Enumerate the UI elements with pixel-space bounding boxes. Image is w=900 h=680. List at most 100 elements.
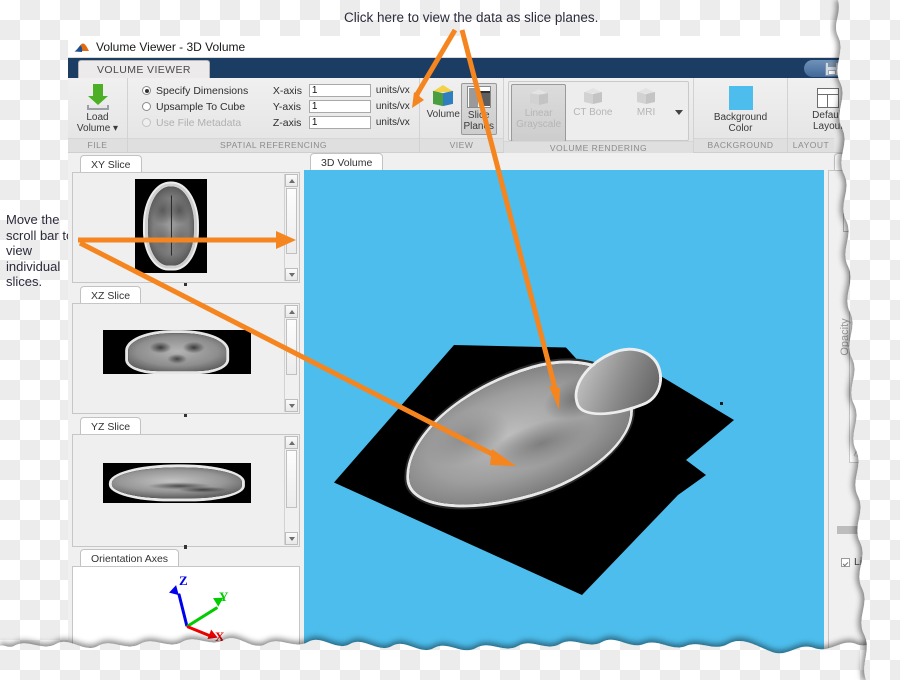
preset-ct-bone-label: CT Bone <box>573 107 613 118</box>
ribbon-group-volume-rendering: Linear Grayscale CT Bone MRI VOLUME REND… <box>504 78 694 155</box>
panel-rendering: Renderi Volum Opacity Lig <box>828 153 868 654</box>
scroll-down-arrow-icon[interactable] <box>285 532 298 545</box>
volume-viewer-window: Volume Viewer - 3D Volume VOLUME VIEWER … <box>68 36 868 654</box>
coronal-brain-mri <box>128 333 226 371</box>
load-volume-button[interactable]: Load Volume ▾ <box>74 82 121 134</box>
preset-linear-grayscale-label-line1: Linear <box>524 108 553 119</box>
volume-rendering-more-button[interactable] <box>673 109 686 115</box>
load-volume-label-line2: Volume ▾ <box>76 123 119 134</box>
grey-cube-icon <box>582 88 603 104</box>
radio-upsample-to-cube[interactable]: Upsample To Cube <box>142 99 273 114</box>
load-volume-dropdown-caret[interactable]: ▾ <box>113 123 118 134</box>
chevron-down-icon <box>675 109 684 115</box>
xy-slice-scrollbar[interactable] <box>284 174 298 281</box>
view-resize-dot[interactable] <box>720 402 723 405</box>
radio-icon-use-file-metadata <box>142 118 151 127</box>
axis-label-z: Z <box>179 572 188 588</box>
grid-layout-icon <box>817 88 839 108</box>
preset-linear-grayscale[interactable]: Linear Grayscale <box>511 84 567 142</box>
panel-body-yz-slice <box>72 434 300 547</box>
opacity-slider[interactable] <box>837 526 868 534</box>
panel-resize-handle[interactable] <box>184 545 187 548</box>
annotation-top-text: Click here to view the data as slice pla… <box>344 10 599 25</box>
background-color-button[interactable]: Background Color <box>704 84 778 134</box>
radio-label-specify-dimensions: Specify Dimensions <box>156 84 249 97</box>
rendering-style-dropdown[interactable]: Volum <box>843 213 868 232</box>
y-axis-unit: units/vx <box>375 101 410 112</box>
tab-volume-viewer[interactable]: VOLUME VIEWER <box>78 60 210 79</box>
axis-line-z <box>177 592 189 627</box>
y-axis-input[interactable]: 1 <box>308 100 371 113</box>
axis-label-y: Y <box>219 588 229 604</box>
scroll-up-arrow-icon[interactable] <box>285 174 298 187</box>
panel-yz-slice: YZ Slice <box>72 417 300 550</box>
radio-specify-dimensions[interactable]: Specify Dimensions <box>142 83 273 98</box>
preset-mri[interactable]: MRI <box>619 84 672 140</box>
background-color-swatch <box>728 86 753 110</box>
volume-view-label: Volume <box>426 109 460 120</box>
ribbon-tabstrip: VOLUME VIEWER <box>68 58 868 79</box>
panel-3d-volume: 3D Volume <box>304 153 824 654</box>
grey-cube-icon <box>528 89 549 105</box>
default-layout-label-line1: Default <box>812 110 844 121</box>
floppy-save-icon <box>825 61 839 76</box>
work-area: XY Slice XZ Slice YZ Slice Orientation A… <box>68 153 868 654</box>
z-axis-input[interactable]: 1 <box>308 116 371 129</box>
opacity-transfer-function-plot[interactable] <box>849 251 868 463</box>
xy-slice-scroll-thumb[interactable] <box>286 188 297 254</box>
yz-slice-scrollbar[interactable] <box>284 436 298 545</box>
default-layout-label-line2: Layout <box>812 121 844 132</box>
x-axis-input[interactable]: 1 <box>308 84 371 97</box>
xz-slice-scrollbar[interactable] <box>284 305 298 412</box>
y-axis-label: Y-axis <box>272 100 302 113</box>
background-color-label-line1: Background <box>713 112 768 123</box>
panel-body-xy-slice <box>72 172 300 283</box>
z-axis-unit: units/vx <box>375 117 410 128</box>
ribbon-group-title-layout: LAYOUT <box>788 138 834 152</box>
radio-label-upsample-to-cube: Upsample To Cube <box>156 100 246 113</box>
background-color-label-line2: Color <box>728 123 753 134</box>
ribbon-group-title-background: BACKGROUND COLOR <box>694 138 787 163</box>
yz-slice-scroll-thumb[interactable] <box>286 450 297 508</box>
save-button[interactable] <box>804 60 860 77</box>
window-title: Volume Viewer - 3D Volume <box>96 39 246 54</box>
ribbon-group-background-color: Background Color BACKGROUND COLOR <box>694 78 788 163</box>
radio-use-file-metadata[interactable]: Use File Metadata <box>142 115 273 130</box>
radio-icon-specify-dimensions <box>142 86 151 95</box>
lighting-checkbox[interactable]: Lig <box>841 556 868 568</box>
ribbon-group-title-view: VIEW <box>420 138 503 152</box>
z-axis-label: Z-axis <box>272 116 302 129</box>
3d-volume-canvas[interactable] <box>304 170 824 654</box>
slice-planes-label-line1: Slice <box>467 110 490 121</box>
volume-view-button[interactable]: Volume <box>426 83 461 120</box>
ribbon-group-spatial-referencing: Specify Dimensions Upsample To Cube Use … <box>128 78 420 152</box>
preset-mri-label: MRI <box>636 107 656 118</box>
scroll-up-arrow-icon[interactable] <box>285 436 298 449</box>
scroll-down-arrow-icon[interactable] <box>285 399 298 412</box>
ribbon-group-title-spatial: SPATIAL REFERENCING <box>128 138 419 152</box>
axis-line-y <box>186 605 219 628</box>
xz-slice-scroll-thumb[interactable] <box>286 319 297 375</box>
y-axis-row: Y-axis 1 units/vx <box>273 99 413 114</box>
ribbon-group-view: Volume Slice Planes VIEW <box>420 78 504 152</box>
orientation-axes-widget: Z Y X <box>143 573 229 647</box>
radio-label-use-file-metadata: Use File Metadata <box>156 116 242 129</box>
default-layout-button[interactable]: Default Layout <box>800 86 856 132</box>
preset-linear-grayscale-label-line2: Grayscale <box>516 119 562 130</box>
panel-body-xz-slice <box>72 303 300 414</box>
x-axis-unit: units/vx <box>375 85 410 96</box>
colored-cube-icon <box>432 85 455 107</box>
z-axis-row: Z-axis 1 units/vx <box>273 115 413 130</box>
preset-ct-bone[interactable]: CT Bone <box>566 84 619 140</box>
panel-body-orientation-axes: Z Y X <box>72 566 300 654</box>
window-titlebar: Volume Viewer - 3D Volume <box>68 36 868 58</box>
slice-planes-button[interactable]: Slice Planes <box>460 83 497 135</box>
matlab-logo-icon <box>74 41 90 53</box>
slice-planes-label-line2: Planes <box>463 121 495 132</box>
opacity-axis-label: Opacity <box>839 318 851 356</box>
axis-label-x: X <box>215 628 225 644</box>
scroll-down-arrow-icon[interactable] <box>285 268 298 281</box>
slice-planes-icon <box>466 86 491 108</box>
download-volume-icon <box>85 84 111 110</box>
scroll-up-arrow-icon[interactable] <box>285 305 298 318</box>
